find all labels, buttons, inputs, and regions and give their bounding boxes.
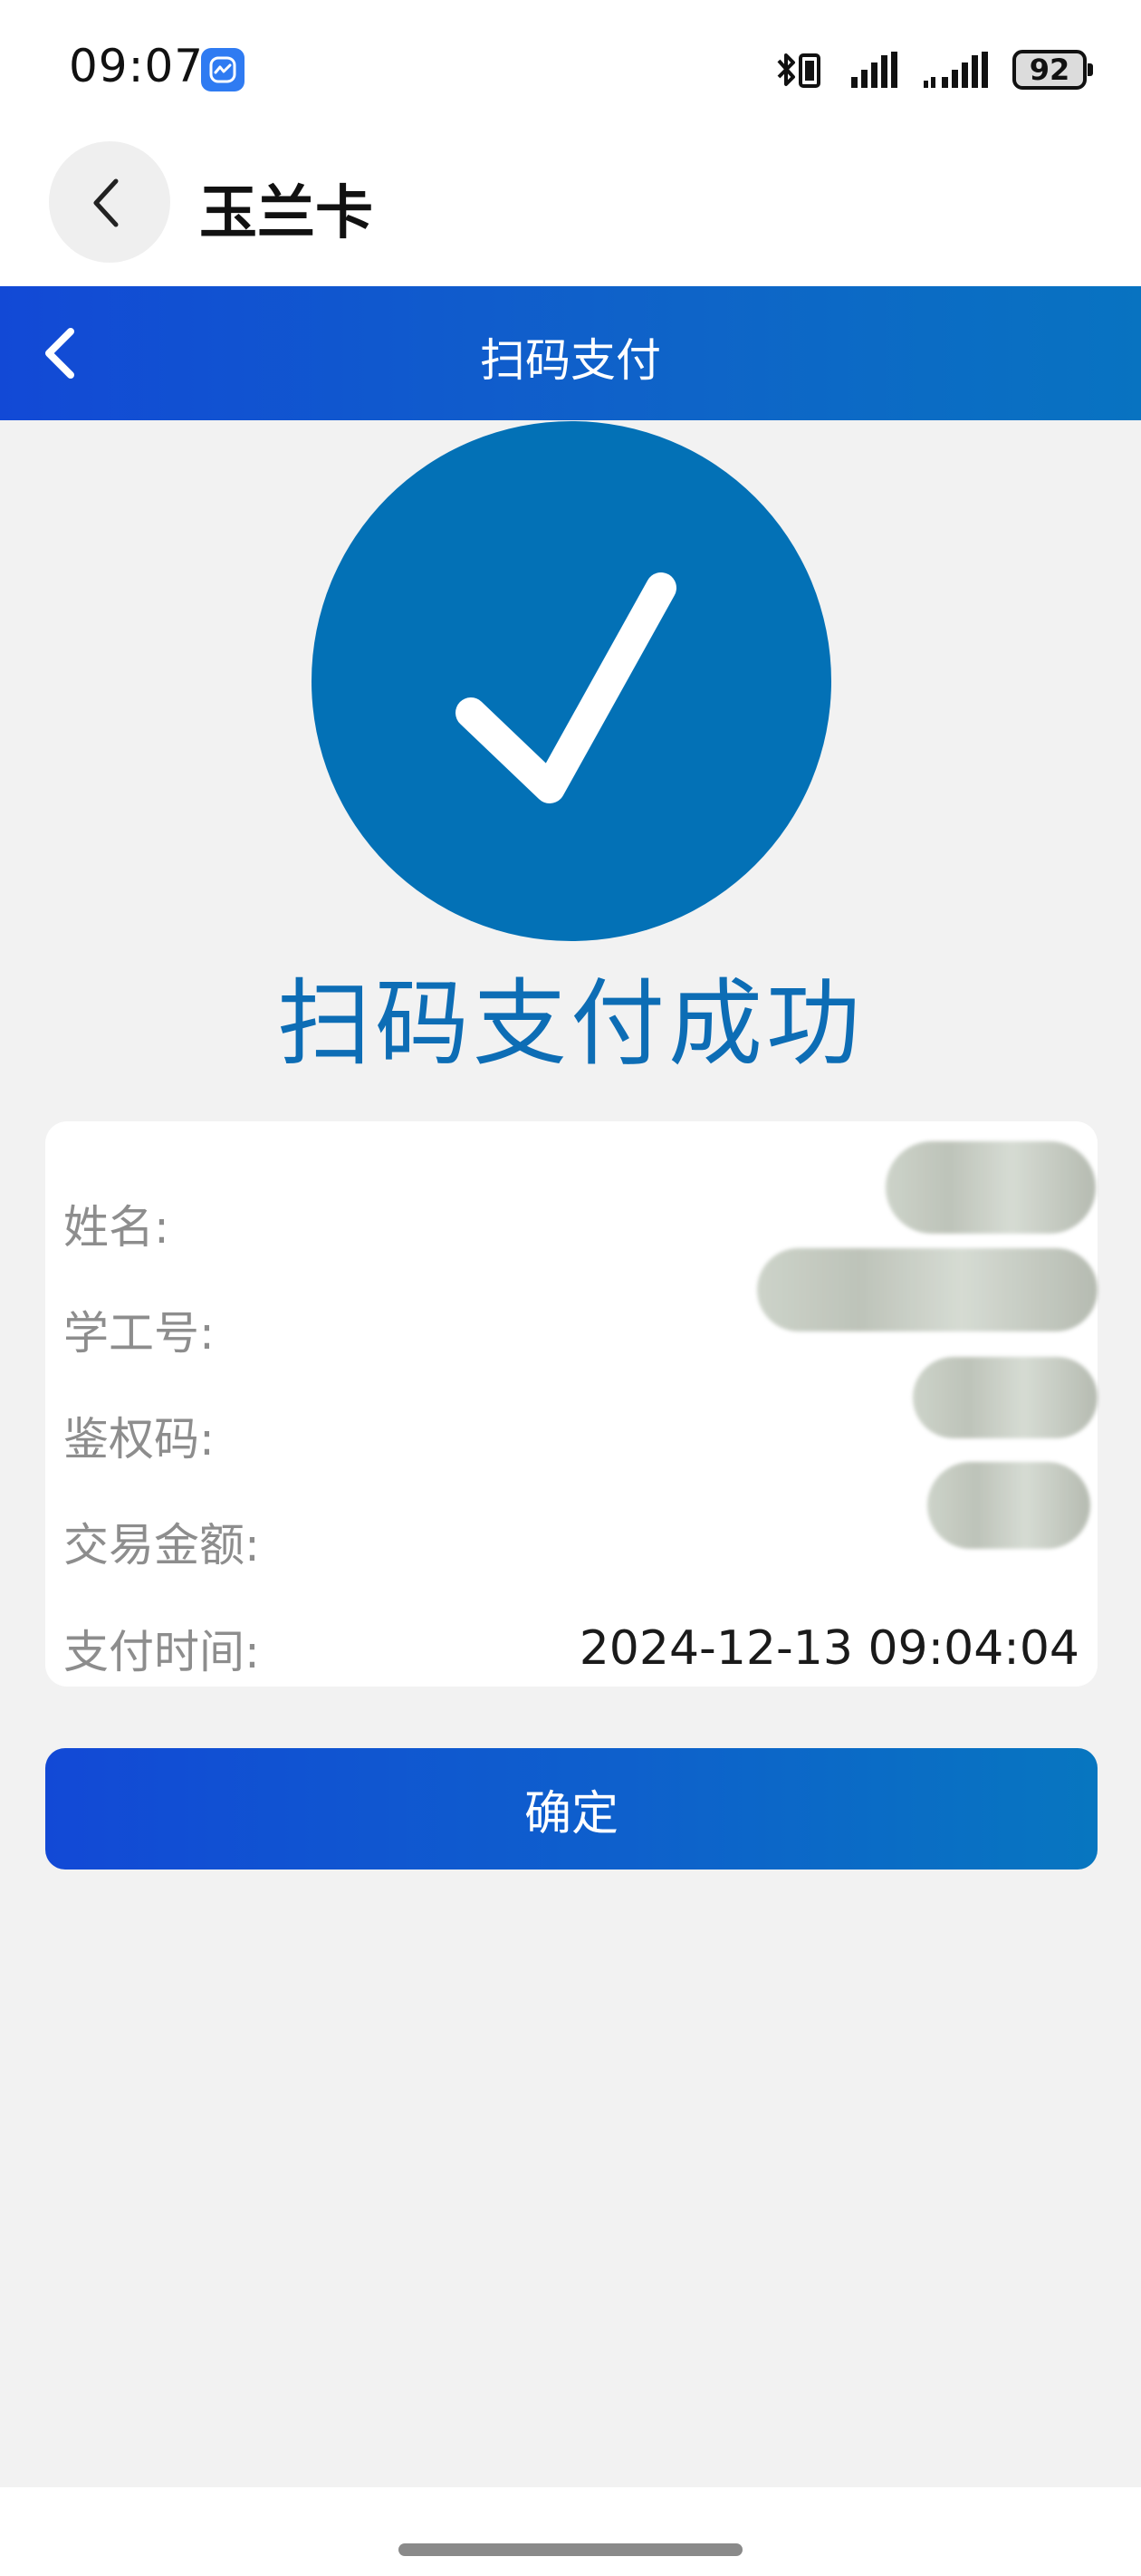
battery-icon: 92 bbox=[1012, 50, 1093, 90]
signal-icon bbox=[851, 52, 897, 88]
app-header: 玉兰卡 bbox=[0, 136, 1141, 286]
status-time: 09:07 bbox=[69, 40, 205, 92]
signal-icon bbox=[924, 52, 988, 88]
info-row-time: 支付时间: 2024-12-13 09:04:04 bbox=[63, 1612, 1079, 1685]
nav-bar: 扫码支付 bbox=[0, 286, 1141, 420]
app-title: 玉兰卡 bbox=[199, 180, 373, 247]
info-label: 鉴权码: bbox=[63, 1413, 215, 1466]
info-value: 2024-12-13 09:04:04 bbox=[579, 1621, 1079, 1676]
redaction-mask bbox=[927, 1462, 1090, 1549]
back-button[interactable] bbox=[49, 141, 170, 263]
bottom-bar bbox=[0, 2487, 1141, 2576]
bluetooth-vibrate-icon bbox=[777, 53, 820, 88]
status-bar: 09:07 92 bbox=[0, 0, 1141, 136]
redaction-mask bbox=[913, 1357, 1098, 1438]
home-indicator[interactable] bbox=[398, 2543, 743, 2556]
redaction-mask bbox=[757, 1248, 1098, 1331]
info-label: 支付时间: bbox=[63, 1626, 260, 1678]
confirm-button[interactable]: 确定 bbox=[45, 1748, 1098, 1870]
status-icons: 92 bbox=[775, 45, 1093, 94]
success-circle bbox=[312, 421, 831, 941]
chevron-left-icon bbox=[93, 178, 119, 227]
info-label: 交易金额: bbox=[63, 1519, 260, 1572]
nav-title: 扫码支付 bbox=[480, 334, 661, 387]
success-title: 扫码支付成功 bbox=[276, 968, 864, 1079]
battery-level: 92 bbox=[1029, 53, 1070, 87]
app-badge-icon bbox=[201, 48, 244, 91]
info-label: 学工号: bbox=[63, 1307, 215, 1360]
checkmark-icon bbox=[455, 572, 676, 803]
redaction-mask bbox=[886, 1141, 1096, 1234]
info-label: 姓名: bbox=[63, 1201, 169, 1254]
payment-info-card: 姓名: 学工号: 鉴权码: 交易金额: 支付时间: 2024-12-13 09:… bbox=[45, 1121, 1098, 1687]
info-row-amount: 交易金额: bbox=[63, 1505, 1079, 1578]
